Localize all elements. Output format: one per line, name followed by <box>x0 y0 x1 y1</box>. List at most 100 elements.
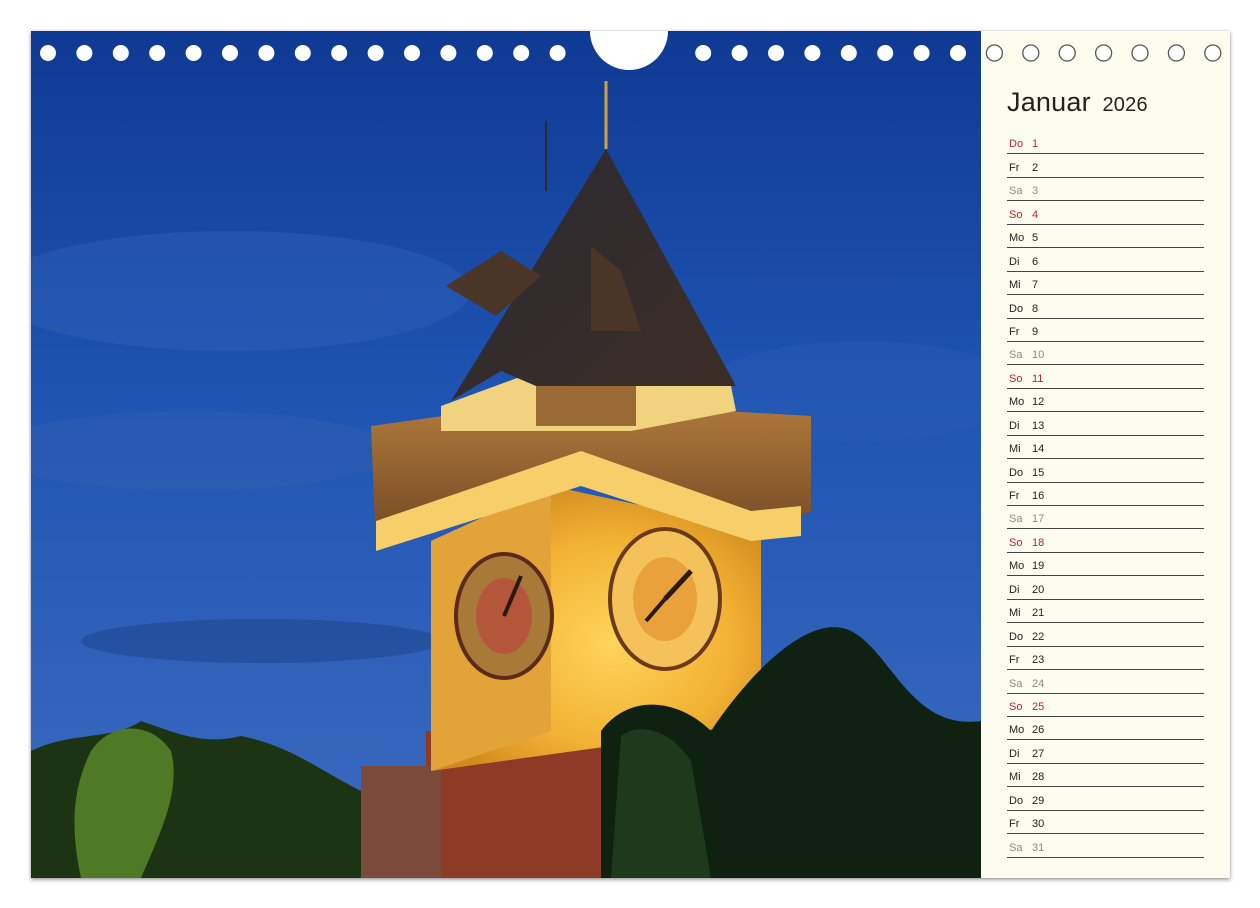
day-row: Do 29 <box>1007 787 1204 811</box>
day-row: Do 1 <box>1007 131 1204 155</box>
day-row: Fr 16 <box>1007 483 1204 506</box>
day-row: So 25 <box>1007 694 1204 717</box>
day-number: 21 <box>1032 607 1045 620</box>
day-number: 15 <box>1032 466 1045 479</box>
weekday-label: So <box>1009 372 1023 385</box>
weekday-label: Fr <box>1009 654 1020 667</box>
weekday-label: Do <box>1009 630 1024 643</box>
day-row: Sa 31 <box>1007 834 1204 858</box>
weekday-label: So <box>1009 700 1023 713</box>
weekday-label: Do <box>1009 466 1024 479</box>
weekday-label: Mi <box>1009 443 1021 456</box>
day-number: 1 <box>1032 138 1039 151</box>
day-number: 25 <box>1032 700 1045 713</box>
day-number: 29 <box>1032 794 1045 807</box>
day-row: Sa 3 <box>1007 178 1204 202</box>
day-row: Sa 10 <box>1007 342 1204 366</box>
day-row: Di 6 <box>1007 248 1204 272</box>
weekday-label: Mo <box>1009 724 1025 737</box>
day-number: 11 <box>1032 372 1044 385</box>
weekday-label: Mo <box>1009 232 1025 245</box>
day-row: Di 27 <box>1007 740 1204 764</box>
day-row: Fr 23 <box>1007 647 1204 671</box>
day-number: 5 <box>1032 232 1039 245</box>
day-row: Mo 12 <box>1007 389 1204 413</box>
day-number: 31 <box>1032 841 1045 854</box>
day-number: 12 <box>1032 396 1045 409</box>
day-number: 13 <box>1032 419 1045 432</box>
day-number: 27 <box>1032 747 1045 760</box>
day-row: Fr 9 <box>1007 319 1204 342</box>
weekday-label: Fr <box>1009 325 1020 338</box>
day-number: 18 <box>1032 536 1045 549</box>
weekday-label: Mo <box>1009 560 1025 573</box>
weekday-label: Sa <box>1009 513 1023 526</box>
day-number: 24 <box>1032 677 1045 690</box>
day-number: 28 <box>1032 771 1045 784</box>
weekday-label: Fr <box>1009 818 1020 831</box>
month-title: Januar 2026 <box>1007 87 1148 118</box>
weekday-label: Do <box>1009 302 1024 315</box>
calendar-panel: Januar 2026 Do 1 Fr 2 Sa 3 So 4 Mo 5 Di 6 Mi 7 Do 8 Fr 9 S… <box>981 31 1230 878</box>
day-number: 9 <box>1032 325 1039 338</box>
weekday-label: Mi <box>1009 279 1021 292</box>
day-number: 20 <box>1032 583 1045 596</box>
weekday-label: Mi <box>1009 607 1021 620</box>
year: 2026 <box>1102 94 1148 116</box>
day-row: Do 8 <box>1007 295 1204 319</box>
day-row: Sa 17 <box>1007 506 1204 530</box>
weekday-label: Mo <box>1009 396 1025 409</box>
day-row: Mo 26 <box>1007 717 1204 741</box>
day-row: Mo 19 <box>1007 553 1204 577</box>
day-number: 23 <box>1032 654 1045 667</box>
day-row: Di 20 <box>1007 576 1204 600</box>
weekday-label: Di <box>1009 583 1020 596</box>
day-number: 22 <box>1032 630 1045 643</box>
day-row: Mi 7 <box>1007 272 1204 296</box>
day-number: 30 <box>1032 818 1045 831</box>
day-row: Do 22 <box>1007 623 1204 647</box>
day-row: Mi 21 <box>1007 600 1204 624</box>
day-row: Fr 2 <box>1007 154 1204 178</box>
day-number: 14 <box>1032 443 1045 456</box>
day-row: Di 13 <box>1007 412 1204 436</box>
weekday-label: Mi <box>1009 771 1021 784</box>
weekday-label: Di <box>1009 747 1020 760</box>
weekday-label: Sa <box>1009 677 1023 690</box>
photo-clock-tower <box>31 31 981 878</box>
day-number: 4 <box>1032 208 1039 221</box>
day-row: So 18 <box>1007 529 1204 553</box>
weekday-label: Di <box>1009 419 1020 432</box>
day-number: 3 <box>1032 185 1039 198</box>
month-name: Januar <box>1007 87 1091 117</box>
day-row: Fr 30 <box>1007 811 1204 835</box>
weekday-label: Fr <box>1009 490 1020 502</box>
weekday-label: Di <box>1009 255 1020 268</box>
day-row: So 11 <box>1007 365 1204 389</box>
day-number: 8 <box>1032 302 1039 315</box>
day-number: 16 <box>1032 490 1045 502</box>
weekday-label: Fr <box>1009 161 1020 174</box>
weekday-label: So <box>1009 536 1023 549</box>
weekday-label: So <box>1009 208 1023 221</box>
day-number: 6 <box>1032 255 1039 268</box>
day-row: So 4 <box>1007 201 1204 225</box>
day-list: Do 1 Fr 2 Sa 3 So 4 Mo 5 Di 6 Mi 7 Do 8 Fr 9 Sa 10 So 11 Mo 12 D… <box>1007 131 1204 858</box>
calendar-page: Januar 2026 Do 1 Fr 2 Sa 3 So 4 Mo 5 Di 6 Mi 7 Do 8 Fr 9 S… <box>31 31 1230 878</box>
day-row: Do 15 <box>1007 459 1204 483</box>
day-number: 10 <box>1032 349 1045 362</box>
day-row: Sa 24 <box>1007 670 1204 694</box>
day-row: Mi 28 <box>1007 764 1204 788</box>
day-number: 17 <box>1032 513 1045 526</box>
weekday-label: Do <box>1009 138 1024 151</box>
day-number: 19 <box>1032 560 1045 573</box>
day-row: Mi 14 <box>1007 436 1204 460</box>
weekday-label: Sa <box>1009 841 1023 854</box>
day-number: 2 <box>1032 161 1039 174</box>
day-number: 26 <box>1032 724 1045 737</box>
weekday-label: Do <box>1009 794 1024 807</box>
weekday-label: Sa <box>1009 349 1023 362</box>
day-number: 7 <box>1032 279 1039 292</box>
weekday-label: Sa <box>1009 185 1023 198</box>
day-row: Mo 5 <box>1007 225 1204 249</box>
